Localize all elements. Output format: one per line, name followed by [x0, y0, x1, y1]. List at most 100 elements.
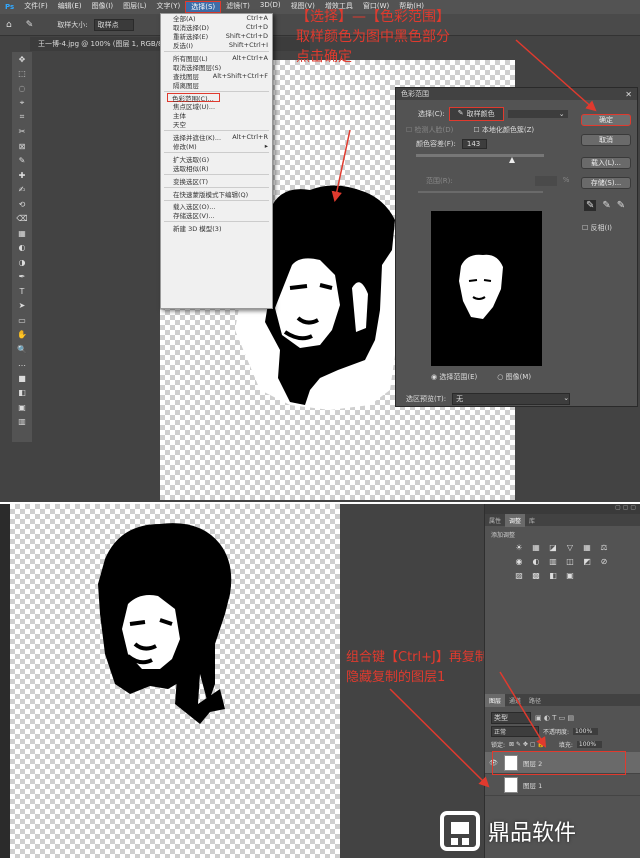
more-tool-icon[interactable]: … — [12, 357, 32, 372]
eraser-tool-icon[interactable]: ⌫ — [12, 212, 32, 227]
panel-tab-2[interactable]: 库 — [525, 514, 539, 527]
home-icon[interactable]: ⌂ — [6, 20, 12, 30]
menu-item-23[interactable]: 在快速蒙版模式下编辑(Q) — [161, 189, 272, 199]
hand-tool-icon[interactable]: ✋ — [12, 328, 32, 343]
menu-6[interactable]: 滤镜(T) — [221, 1, 255, 13]
adjustment-icon[interactable]: ▩ — [530, 571, 542, 580]
range-slider[interactable] — [418, 191, 543, 193]
select-dropdown[interactable]: ✎ 取样颜色 — [448, 107, 504, 121]
eyedropper-tool-icon[interactable]: ✎ — [26, 20, 34, 30]
blend-mode-select[interactable]: 正常 — [491, 726, 539, 737]
screen-mode-tool-icon[interactable]: ▣ — [12, 400, 32, 415]
slice-tool-icon[interactable]: ✂ — [12, 125, 32, 140]
radio-image[interactable]: ○ 图像(M) — [497, 372, 531, 382]
adjustment-icon[interactable]: ▽ — [564, 543, 576, 552]
menu-item-3[interactable]: 反选(I) Shift+Ctrl+I — [161, 41, 272, 50]
adjustment-icon[interactable]: ◉ — [513, 557, 525, 566]
adjustment-icon[interactable]: ▦ — [530, 543, 542, 552]
panel-tab-0[interactable]: 属性 — [485, 514, 505, 527]
healing-tool-icon[interactable]: ✚ — [12, 168, 32, 183]
menu-7[interactable]: 3D(D) — [255, 1, 286, 13]
filter-icons[interactable]: ▣ ◐ T ▭ ▤ — [535, 714, 574, 722]
quick-select-tool-icon[interactable]: ⌖ — [12, 96, 32, 111]
path-select-tool-icon[interactable]: ➤ — [12, 299, 32, 314]
adjustment-icon[interactable]: ▨ — [513, 571, 525, 580]
menu-item-28[interactable]: 新建 3D 模型(3) — [161, 224, 272, 233]
adjustment-icon[interactable]: ▥ — [547, 557, 559, 566]
localized-checkbox[interactable]: ☐ 本地化颜色簇(Z) — [473, 125, 534, 135]
panel-tab-1[interactable]: 调整 — [505, 514, 526, 527]
load-button[interactable]: 载入(L)... — [581, 157, 631, 169]
ps-logo-icon[interactable]: Ps — [0, 3, 19, 11]
select-dropdown-arrow[interactable]: ⌄ — [507, 110, 568, 118]
adjustment-icon[interactable]: ☀ — [513, 543, 525, 552]
menu-item-13[interactable]: 天空 — [161, 120, 272, 129]
pen-tool-icon[interactable]: ✒ — [12, 270, 32, 285]
brush-tool-icon[interactable]: ✍ — [12, 183, 32, 198]
detect-faces-checkbox[interactable]: ☐ 检测人脸(D) — [406, 125, 453, 135]
lasso-tool-icon[interactable]: ◌ — [12, 81, 32, 96]
document-tab-title: 王一博-4.jpg @ 100% (图层 1, RGB/8#) — [38, 40, 172, 48]
opacity-input[interactable]: 100% — [573, 728, 599, 735]
fuzziness-input[interactable]: 143 — [461, 139, 488, 149]
kind-filter-select[interactable]: 类型 — [491, 712, 531, 724]
adjustment-icon[interactable]: ◫ — [564, 557, 576, 566]
adjustment-icon[interactable]: ⚖ — [598, 543, 610, 552]
fuzziness-slider-thumb[interactable] — [509, 157, 515, 163]
adjustment-icon[interactable]: ◪ — [547, 543, 559, 552]
move-tool-icon[interactable]: ✥ — [12, 52, 32, 67]
save-button[interactable]: 存储(S)... — [581, 177, 631, 189]
ok-button[interactable]: 确定 — [581, 114, 631, 126]
zoom-tool-icon[interactable]: 🔍 — [12, 342, 32, 357]
fuzziness-slider[interactable] — [416, 154, 544, 157]
range-input[interactable] — [534, 176, 557, 186]
frame-tool-icon[interactable]: ⊠ — [12, 139, 32, 154]
menu-2[interactable]: 图像(I) — [87, 1, 119, 13]
eyedropper-tool-icon[interactable]: ✎ — [12, 154, 32, 169]
menu-item-26[interactable]: 存储选区(V)... — [161, 211, 272, 220]
dodge-tool-icon[interactable]: ◑ — [12, 255, 32, 270]
menu-item-8[interactable]: 隔离图层 — [161, 80, 272, 90]
preview-select[interactable]: 无 ⌄ — [452, 393, 571, 405]
layers-tab-2[interactable]: 路径 — [525, 694, 545, 707]
quick-mask-tool-icon[interactable]: ◧ — [12, 386, 32, 401]
adjustment-icon[interactable]: ◩ — [581, 557, 593, 566]
crop-tool-icon[interactable]: ⌗ — [12, 110, 32, 125]
adjustment-icon[interactable]: ◐ — [530, 557, 542, 566]
menu-3[interactable]: 图层(L) — [118, 1, 151, 13]
layer-row[interactable]: 图层 1 — [485, 774, 640, 796]
type-tool-icon[interactable]: T — [12, 284, 32, 299]
menu-5[interactable]: 选择(S) — [185, 1, 222, 13]
menu-item-16[interactable]: 修改(M) ▸ — [161, 142, 272, 151]
lock-icons[interactable]: ⊠ ✎ ✥ ▢ 🔒 — [509, 741, 545, 748]
shape-tool-icon[interactable]: ▭ — [12, 313, 32, 328]
history-tool-icon[interactable]: ⟲ — [12, 197, 32, 212]
eyedropper-icon[interactable]: ✎ — [584, 200, 597, 211]
marquee-tool-icon[interactable]: ⬚ — [12, 67, 32, 82]
close-icon[interactable]: ✕ — [625, 90, 632, 99]
adjustment-icon[interactable]: ▣ — [564, 571, 576, 580]
layers-tab-0[interactable]: 图层 — [485, 694, 506, 707]
sample-size-select[interactable]: 取样点 — [93, 18, 134, 31]
extra-tool-icon[interactable]: ▥ — [12, 415, 32, 430]
eyedropper-minus-icon[interactable]: ✎ — [617, 200, 625, 211]
menu-4[interactable]: 文字(Y) — [151, 1, 185, 13]
menu-1[interactable]: 编辑(E) — [53, 1, 87, 13]
menu-0[interactable]: 文件(F) — [19, 1, 53, 13]
adjustment-icon[interactable]: ⊘ — [598, 557, 610, 566]
layers-tab-1[interactable]: 通道 — [505, 694, 525, 707]
radio-selection[interactable]: ◉ 选择范围(E) — [431, 372, 477, 382]
eyedropper-plus-icon[interactable]: ✎ — [602, 200, 610, 211]
fill-input[interactable]: 100% — [576, 741, 603, 748]
watermark: 鼎品软件 — [432, 804, 640, 858]
cancel-button[interactable]: 取消 — [581, 134, 631, 146]
color-tool-icon[interactable]: ■ — [12, 371, 32, 386]
invert-checkbox[interactable]: ☐ 反相(I) — [582, 223, 612, 233]
menu-item-19[interactable]: 选取相似(R) — [161, 163, 272, 173]
adjustment-icon[interactable]: ◧ — [547, 571, 559, 580]
blur-tool-icon[interactable]: ◐ — [12, 241, 32, 256]
adjustment-icon[interactable]: ▦ — [581, 543, 593, 552]
canvas-bottom[interactable] — [10, 504, 340, 858]
menu-item-21[interactable]: 变换选区(T) — [161, 176, 272, 186]
gradient-tool-icon[interactable]: ▦ — [12, 226, 32, 241]
